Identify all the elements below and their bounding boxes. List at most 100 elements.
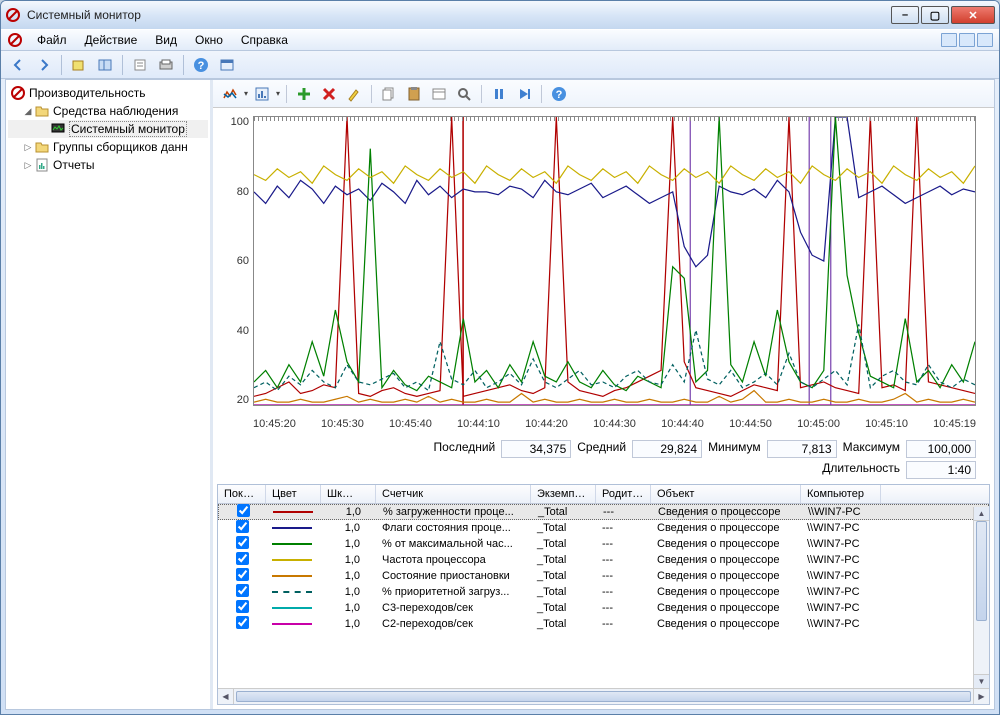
stat-max-value: 100,000 xyxy=(906,440,976,458)
menu-view[interactable]: Вид xyxy=(147,31,185,49)
x-tick: 10:45:00 xyxy=(797,418,840,430)
counter-row[interactable]: 1,0% загруженности проце..._Total---Свед… xyxy=(218,504,989,520)
action-1-icon[interactable] xyxy=(68,54,90,76)
chart-help-button[interactable]: ? xyxy=(548,83,570,105)
cell-parent: --- xyxy=(596,602,651,614)
menu-window[interactable]: Окно xyxy=(187,31,231,49)
hscroll-thumb[interactable] xyxy=(236,691,971,702)
properties-button[interactable] xyxy=(428,83,450,105)
counter-row[interactable]: 1,0Флаги состояния проце..._Total---Свед… xyxy=(218,520,989,536)
cell-object: Сведения о процессоре xyxy=(652,506,802,518)
scroll-down-icon[interactable]: ▼ xyxy=(974,674,989,688)
expander-icon[interactable]: ▷ xyxy=(22,160,34,171)
cell-counter: % загруженности проце... xyxy=(377,506,532,518)
close-button[interactable]: ✕ xyxy=(951,6,995,24)
counter-row[interactable]: 1,0C3-переходов/сек_Total---Сведения о п… xyxy=(218,600,989,616)
x-tick: 10:44:30 xyxy=(593,418,636,430)
col-scale[interactable]: Шкала xyxy=(321,485,376,503)
action-5-icon[interactable] xyxy=(216,54,238,76)
zoom-button[interactable] xyxy=(453,83,475,105)
performance-chart[interactable]: 10080604020 xyxy=(223,116,976,416)
show-checkbox[interactable] xyxy=(236,552,249,565)
menu-help[interactable]: Справка xyxy=(233,31,296,49)
nav-back-button[interactable] xyxy=(7,54,29,76)
minimize-button[interactable]: – xyxy=(891,6,919,24)
add-counter-button[interactable] xyxy=(293,83,315,105)
cell-computer: \\WIN7-PC xyxy=(801,522,881,534)
counter-row[interactable]: 1,0Состояние приостановки_Total---Сведен… xyxy=(218,568,989,584)
tree-item[interactable]: Системный монитор xyxy=(8,120,208,138)
col-color[interactable]: Цвет xyxy=(266,485,321,503)
color-swatch xyxy=(273,511,313,513)
counter-row[interactable]: 1,0Частота процессора_Total---Сведения о… xyxy=(218,552,989,568)
tree-root-label: Производительность xyxy=(29,86,145,100)
action-2-icon[interactable] xyxy=(94,54,116,76)
show-checkbox[interactable] xyxy=(236,520,249,533)
chart-series xyxy=(254,117,975,391)
copy-button[interactable] xyxy=(378,83,400,105)
chart-y-axis: 10080604020 xyxy=(223,116,253,406)
cell-parent: --- xyxy=(596,586,651,598)
x-tick: 10:45:40 xyxy=(389,418,432,430)
scroll-right-icon[interactable]: ▶ xyxy=(973,689,989,704)
mdi-minimize-icon[interactable] xyxy=(941,33,957,47)
maximize-button[interactable]: ▢ xyxy=(921,6,949,24)
highlight-button[interactable] xyxy=(343,83,365,105)
stat-avg-value: 29,824 xyxy=(632,440,702,458)
counter-row[interactable]: 1,0% приоритетной загруз..._Total---Свед… xyxy=(218,584,989,600)
horizontal-scrollbar[interactable]: ◀ ▶ xyxy=(218,688,989,704)
action-3-icon[interactable] xyxy=(129,54,151,76)
show-checkbox[interactable] xyxy=(236,584,249,597)
scroll-left-icon[interactable]: ◀ xyxy=(218,689,234,704)
paste-button[interactable] xyxy=(403,83,425,105)
tree-item[interactable]: ▷Группы сборщиков данн xyxy=(8,138,208,156)
window: Системный монитор – ▢ ✕ Файл Действие Ви… xyxy=(0,0,1000,715)
col-instance[interactable]: Экземпляр xyxy=(531,485,596,503)
chart-plot-area[interactable] xyxy=(253,116,976,406)
app-icon-small xyxy=(7,32,23,48)
col-object[interactable]: Объект xyxy=(651,485,801,503)
show-checkbox[interactable] xyxy=(236,568,249,581)
chart-x-axis: 10:45:2010:45:3010:45:4010:44:1010:44:20… xyxy=(253,416,976,434)
col-counter[interactable]: Счетчик xyxy=(376,485,531,503)
expander-icon[interactable]: ◢ xyxy=(22,106,34,117)
help-button[interactable]: ? xyxy=(190,54,212,76)
view-type-button[interactable] xyxy=(251,83,273,105)
cell-scale: 1,0 xyxy=(321,586,376,598)
cell-instance: _Total xyxy=(532,506,597,518)
y-tick: 20 xyxy=(237,394,249,406)
col-parent[interactable]: Родитель xyxy=(596,485,651,503)
cell-scale: 1,0 xyxy=(322,506,377,518)
delete-counter-button[interactable] xyxy=(318,83,340,105)
cell-parent: --- xyxy=(596,522,651,534)
update-button[interactable] xyxy=(513,83,535,105)
nav-tree[interactable]: Производительность ◢Средства наблюденияС… xyxy=(6,80,213,709)
show-checkbox[interactable] xyxy=(237,504,250,517)
scroll-thumb[interactable] xyxy=(976,521,987,621)
cell-scale: 1,0 xyxy=(321,618,376,630)
counter-table[interactable]: Показа... Цвет Шкала Счетчик Экземпляр Р… xyxy=(217,484,990,705)
menu-action[interactable]: Действие xyxy=(77,31,146,49)
counter-row[interactable]: 1,0% от максимальной час..._Total---Свед… xyxy=(218,536,989,552)
expander-icon[interactable]: ▷ xyxy=(22,142,34,153)
folder-icon xyxy=(34,103,50,119)
tree-item[interactable]: ◢Средства наблюдения xyxy=(8,102,208,120)
menu-file[interactable]: Файл xyxy=(29,31,75,49)
action-4-icon[interactable] xyxy=(155,54,177,76)
mdi-close-icon[interactable] xyxy=(977,33,993,47)
scroll-up-icon[interactable]: ▲ xyxy=(974,507,989,521)
col-show[interactable]: Показа... xyxy=(218,485,266,503)
vertical-scrollbar[interactable]: ▲ ▼ xyxy=(973,507,989,688)
nav-forward-button[interactable] xyxy=(33,54,55,76)
col-computer[interactable]: Компьютер xyxy=(801,485,881,503)
freeze-button[interactable] xyxy=(488,83,510,105)
show-checkbox[interactable] xyxy=(236,536,249,549)
mdi-restore-icon[interactable] xyxy=(959,33,975,47)
counter-row[interactable]: 1,0C2-переходов/сек_Total---Сведения о п… xyxy=(218,616,989,632)
view-graph-button[interactable] xyxy=(219,83,241,105)
show-checkbox[interactable] xyxy=(236,600,249,613)
show-checkbox[interactable] xyxy=(236,616,249,629)
report-icon xyxy=(34,157,50,173)
tree-item[interactable]: ▷Отчеты xyxy=(8,156,208,174)
tree-root[interactable]: Производительность xyxy=(8,84,208,102)
